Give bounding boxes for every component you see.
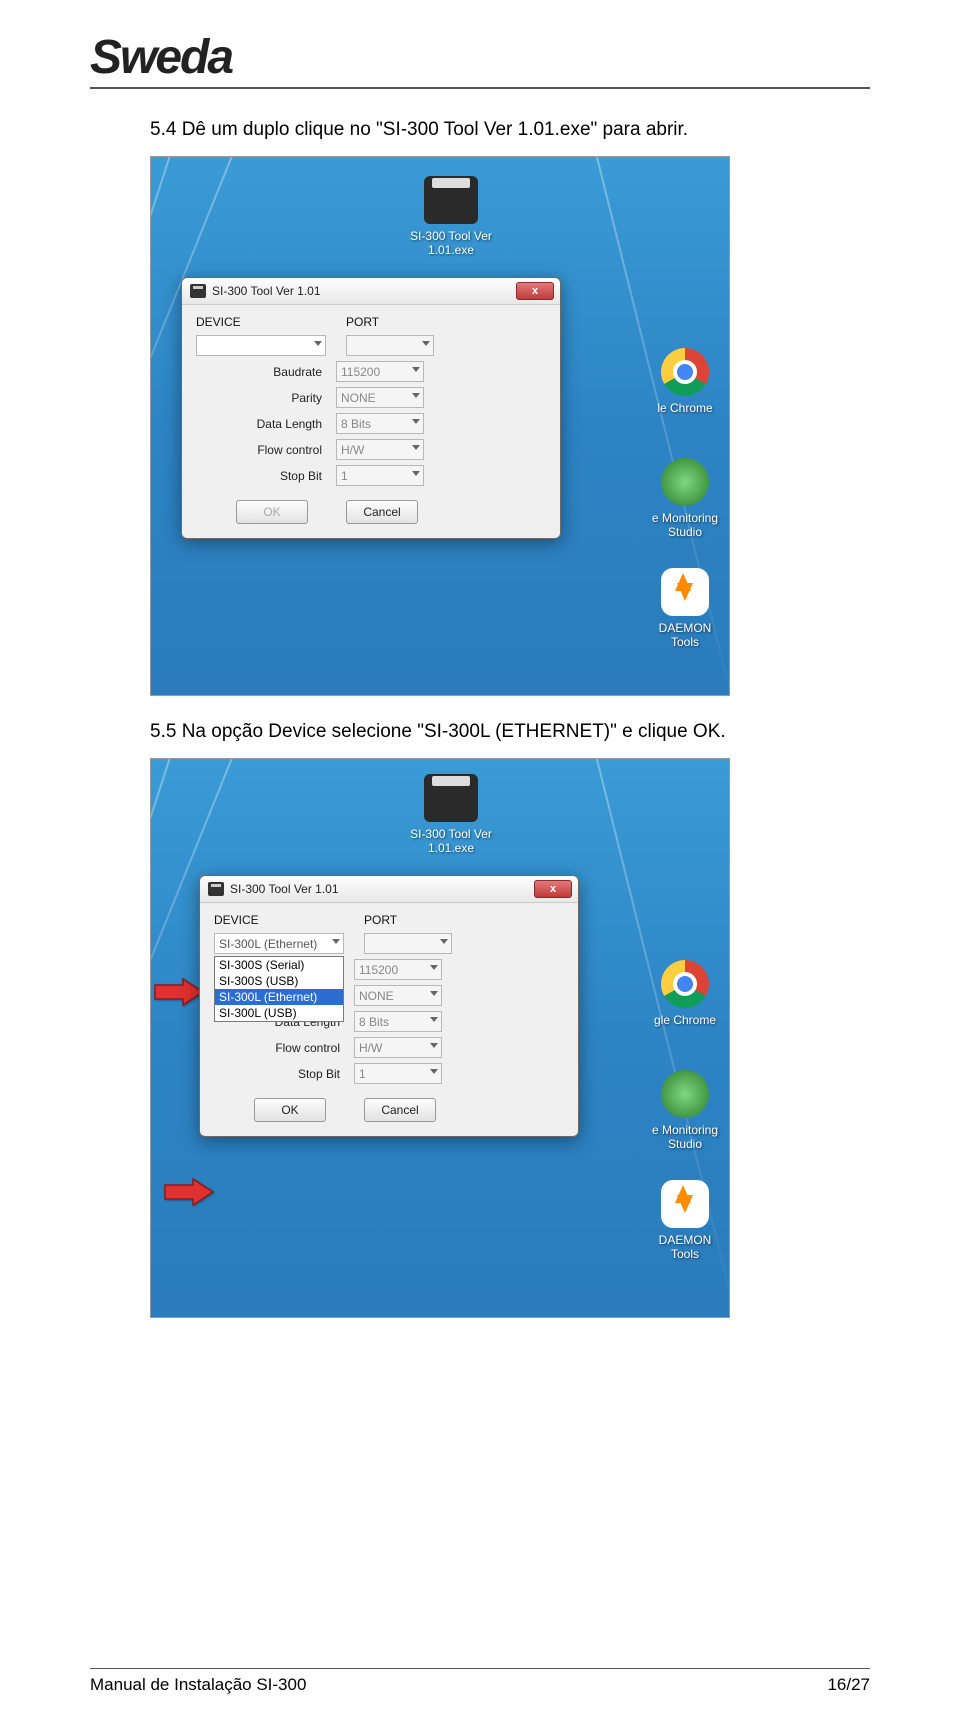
cancel-button[interactable]: Cancel [346,500,418,524]
monitoring-desktop-icon: e Monitoring Studio [645,457,725,539]
datalen-label: Data Length [196,417,336,431]
daemon-icon [661,568,709,616]
close-button[interactable]: x [516,282,554,300]
device-header: DEVICE [196,315,346,329]
port-header: PORT [346,315,379,329]
close-button[interactable]: x [534,880,572,898]
daemon-desktop-icon: DAEMON Tools [645,567,725,649]
flow-label: Flow control [196,443,336,457]
port-combo[interactable] [346,335,434,356]
dialog-title: SI-300 Tool Ver 1.01 [230,882,339,896]
chrome-desktop-icon: le Chrome [645,347,725,415]
header: Sweda [90,30,870,89]
screenshot-1: SI-300 Tool Ver 1.01.exe le Chrome e Mon… [150,156,870,696]
dialog-app-icon [190,284,206,298]
brand-logo: Sweda [90,30,870,85]
monitoring-desktop-icon: e Monitoring Studio [645,1069,725,1151]
parity-combo[interactable]: NONE [336,387,424,408]
dialog-titlebar: SI-300 Tool Ver 1.01 x [182,278,560,305]
stopbit-combo[interactable]: 1 [336,465,424,486]
si300-dialog: SI-300 Tool Ver 1.01 x DEVICE PORT Baudr… [181,277,561,539]
parity-combo[interactable]: NONE [354,985,442,1006]
instruction-5-5: 5.5 Na opção Device selecione "SI-300L (… [150,721,870,743]
footer-title: Manual de Instalação SI-300 [90,1675,306,1695]
si300-dialog: SI-300 Tool Ver 1.01 x DEVICE PORT SI-30… [199,875,579,1137]
ok-button[interactable]: OK [236,500,308,524]
footer-page: 16/27 [827,1675,870,1695]
datalen-combo[interactable]: 8 Bits [354,1011,442,1032]
daemon-desktop-icon: DAEMON Tools [645,1179,725,1261]
desktop-exe-icon: SI-300 Tool Ver 1.01.exe [401,773,501,855]
baudrate-label: Baudrate [196,365,336,379]
printer-icon [424,774,478,822]
device-combo[interactable] [196,335,326,356]
stopbit-combo[interactable]: 1 [354,1063,442,1084]
instruction-5-4: 5.4 Dê um duplo clique no "SI-300 Tool V… [150,119,870,141]
chrome-icon [661,960,709,1008]
red-arrow-ok-icon [163,1177,215,1207]
dropdown-option[interactable]: SI-300L (USB) [215,1005,343,1021]
port-combo[interactable] [364,933,452,954]
flow-combo[interactable]: H/W [336,439,424,460]
screenshot-2: SI-300 Tool Ver 1.01.exe gle Chrome e Mo… [150,758,870,1318]
parity-label: Parity [196,391,336,405]
red-arrow-device-icon [153,977,205,1007]
exe-label: SI-300 Tool Ver 1.01.exe [401,229,501,257]
dropdown-option-selected[interactable]: SI-300L (Ethernet) [215,989,343,1005]
dropdown-option[interactable]: SI-300S (Serial) [215,957,343,973]
dialog-title: SI-300 Tool Ver 1.01 [212,284,321,298]
radar-icon [661,1070,709,1118]
cancel-button[interactable]: Cancel [364,1098,436,1122]
datalen-combo[interactable]: 8 Bits [336,413,424,434]
baudrate-combo[interactable]: 115200 [336,361,424,382]
page-footer: Manual de Instalação SI-300 16/27 [90,1668,870,1695]
stopbit-label: Stop Bit [196,469,336,483]
dialog-app-icon [208,882,224,896]
radar-icon [661,458,709,506]
ok-button[interactable]: OK [254,1098,326,1122]
device-header: DEVICE [214,913,364,927]
desktop-exe-icon: SI-300 Tool Ver 1.01.exe [401,175,501,257]
flow-combo[interactable]: H/W [354,1037,442,1058]
device-dropdown-list[interactable]: SI-300S (Serial) SI-300S (USB) SI-300L (… [214,956,344,1022]
chrome-desktop-icon: gle Chrome [645,959,725,1027]
baudrate-combo[interactable]: 115200 [354,959,442,980]
port-header: PORT [364,913,397,927]
device-combo[interactable]: SI-300L (Ethernet) [214,933,344,954]
daemon-icon [661,1180,709,1228]
chrome-icon [661,348,709,396]
flow-label: Flow control [214,1041,354,1055]
printer-icon [424,176,478,224]
dropdown-option[interactable]: SI-300S (USB) [215,973,343,989]
stopbit-label: Stop Bit [214,1067,354,1081]
dialog-titlebar: SI-300 Tool Ver 1.01 x [200,876,578,903]
